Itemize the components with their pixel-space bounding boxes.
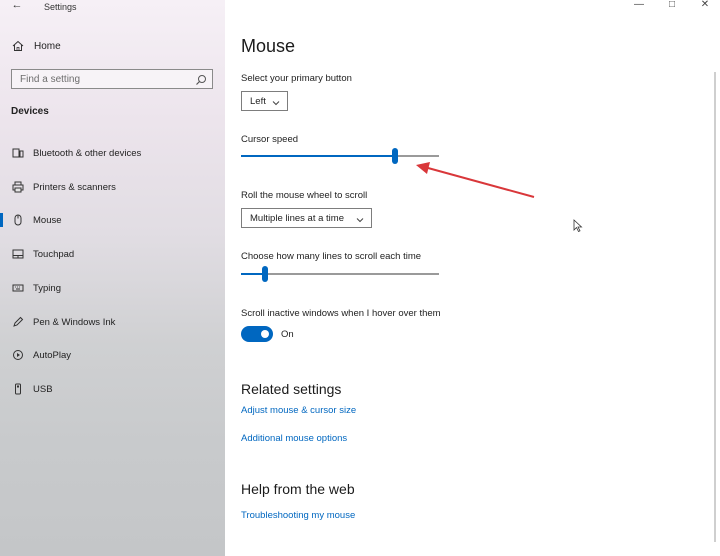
annotation-arrow xyxy=(416,162,535,198)
mouse-pointer-icon xyxy=(573,219,583,233)
